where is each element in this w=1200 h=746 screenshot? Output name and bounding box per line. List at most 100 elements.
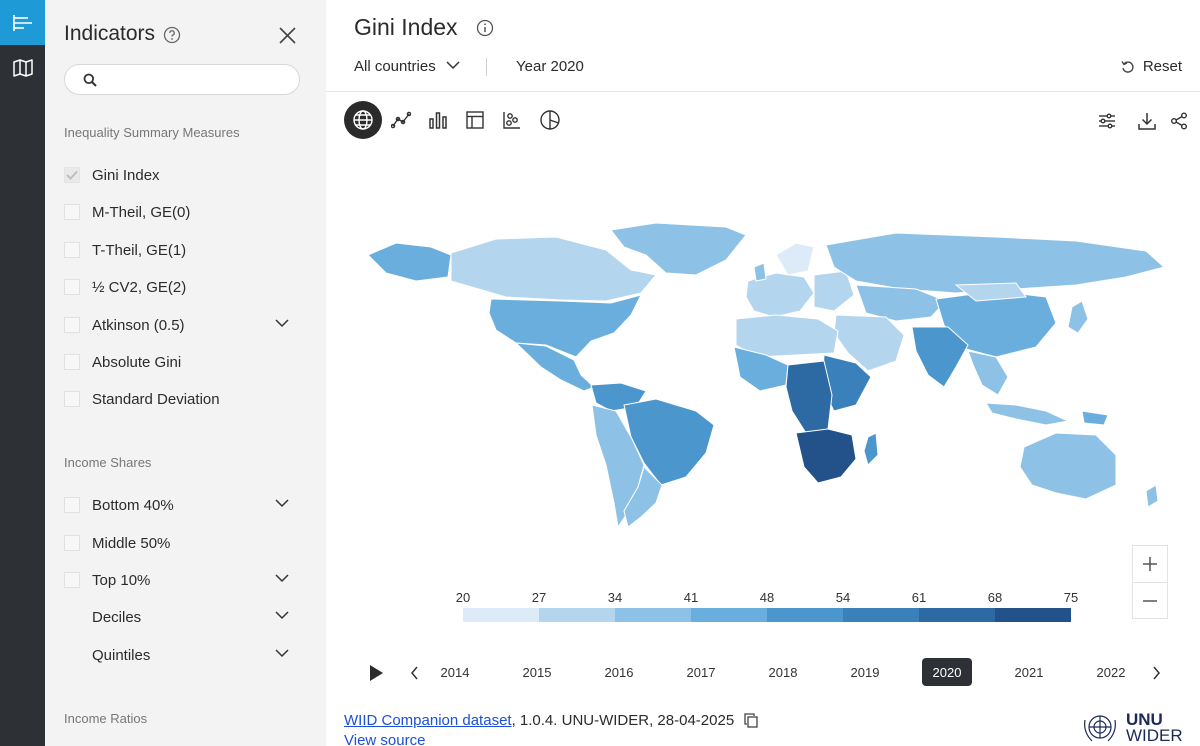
zoom-out-button[interactable] bbox=[1133, 582, 1167, 618]
checkbox[interactable] bbox=[64, 279, 80, 295]
region-greenland[interactable] bbox=[610, 222, 747, 276]
region-eastern-europe[interactable] bbox=[813, 270, 855, 312]
indicator-standard-deviation[interactable]: Standard Deviation bbox=[64, 387, 289, 411]
chevron-down-icon[interactable] bbox=[275, 574, 289, 583]
timeline-year[interactable]: 2017 bbox=[676, 658, 726, 686]
world-choropleth-map[interactable] bbox=[356, 215, 1176, 535]
share-button[interactable] bbox=[1166, 108, 1192, 134]
info-icon[interactable] bbox=[476, 19, 494, 37]
legend-swatch bbox=[919, 608, 995, 622]
indicator-absolute-gini[interactable]: Absolute Gini bbox=[64, 350, 289, 374]
chevron-down-icon[interactable] bbox=[275, 649, 289, 658]
region-madagascar[interactable] bbox=[863, 432, 879, 466]
indicator-atkinson[interactable]: Atkinson (0.5) bbox=[64, 313, 289, 337]
country-filter-dropdown[interactable]: All countries bbox=[354, 58, 460, 75]
legend-tick-label: 75 bbox=[1063, 590, 1079, 605]
chevron-down-icon[interactable] bbox=[275, 319, 289, 328]
settings-button[interactable] bbox=[1094, 108, 1120, 134]
reset-button[interactable]: Reset bbox=[1121, 58, 1182, 75]
zoom-in-button[interactable] bbox=[1133, 546, 1167, 582]
timeline-year[interactable]: 2018 bbox=[758, 658, 808, 686]
view-source-link[interactable]: View source bbox=[344, 732, 425, 746]
indicator-gini-index[interactable]: Gini Index bbox=[64, 163, 289, 187]
tab-scatter-chart[interactable] bbox=[494, 102, 530, 138]
globe-icon bbox=[353, 110, 373, 130]
indicator-middle-50[interactable]: Middle 50% bbox=[64, 531, 289, 555]
timeline-year[interactable]: 2022 bbox=[1086, 658, 1136, 686]
region-japan[interactable] bbox=[1067, 300, 1089, 334]
checkbox[interactable] bbox=[64, 204, 80, 220]
year-filter[interactable]: Year 2020 bbox=[516, 58, 584, 75]
indicator-label: T-Theil, GE(1) bbox=[92, 241, 187, 259]
checkbox-checked[interactable] bbox=[64, 167, 80, 183]
chevron-left-icon[interactable] bbox=[410, 666, 419, 680]
checkbox[interactable] bbox=[64, 497, 80, 513]
region-uk[interactable] bbox=[753, 262, 767, 282]
region-usa[interactable] bbox=[488, 294, 642, 358]
region-southeast-asia[interactable] bbox=[967, 350, 1009, 396]
indicator-label: Absolute Gini bbox=[92, 353, 182, 371]
chevron-down-icon[interactable] bbox=[275, 611, 289, 620]
reset-label: Reset bbox=[1142, 58, 1182, 75]
indicator-deciles[interactable]: Deciles bbox=[92, 605, 289, 629]
copy-icon[interactable] bbox=[744, 713, 758, 728]
checkbox[interactable] bbox=[64, 391, 80, 407]
indicator-quintiles[interactable]: Quintiles bbox=[92, 643, 289, 667]
indicator-label: Top 10% bbox=[92, 571, 151, 589]
legend-swatch bbox=[463, 608, 539, 622]
timeline-year[interactable]: 2019 bbox=[840, 658, 890, 686]
footer-citation: WIID Companion dataset, 1.0.4. UNU-WIDER… bbox=[344, 711, 758, 746]
tab-pie-chart[interactable] bbox=[532, 102, 568, 138]
timeline-year[interactable]: 2021 bbox=[1004, 658, 1054, 686]
help-icon[interactable] bbox=[163, 26, 181, 44]
region-indonesia[interactable] bbox=[985, 402, 1070, 426]
indicator-top-10[interactable]: Top 10% bbox=[64, 568, 289, 592]
region-new-zealand[interactable] bbox=[1145, 484, 1159, 508]
checkbox[interactable] bbox=[64, 242, 80, 258]
tab-table-view[interactable] bbox=[457, 102, 493, 138]
tab-map-view[interactable] bbox=[344, 101, 382, 139]
indicator-label: Deciles bbox=[92, 608, 142, 626]
region-north-africa[interactable] bbox=[735, 314, 839, 358]
sliders-icon bbox=[1099, 113, 1115, 129]
timeline-year[interactable]: 2014 bbox=[430, 658, 480, 686]
chevron-down-icon[interactable] bbox=[275, 499, 289, 508]
unu-wider-logo: UNU WIDER bbox=[1080, 710, 1183, 746]
tab-line-chart[interactable] bbox=[383, 102, 419, 138]
checkbox[interactable] bbox=[64, 572, 80, 588]
indicator-label: Bottom 40% bbox=[92, 496, 174, 514]
region-alaska[interactable] bbox=[367, 242, 452, 282]
chevron-right-icon[interactable] bbox=[1152, 666, 1161, 680]
bar-chart-icon bbox=[429, 112, 447, 129]
region-scandinavia[interactable] bbox=[775, 242, 815, 276]
indicators-toggle-button[interactable] bbox=[0, 0, 45, 45]
indicator-m-theil[interactable]: M-Theil, GE(0) bbox=[64, 200, 289, 224]
map-layers-button[interactable] bbox=[0, 45, 45, 90]
legend-swatch bbox=[615, 608, 691, 622]
timeline-year[interactable]: 2016 bbox=[594, 658, 644, 686]
region-australia[interactable] bbox=[1019, 432, 1117, 500]
region-papua[interactable] bbox=[1081, 410, 1109, 426]
indicator-label: Standard Deviation bbox=[92, 390, 220, 408]
indicator-half-cv2[interactable]: ½ CV2, GE(2) bbox=[64, 275, 289, 299]
indicator-bottom-40[interactable]: Bottom 40% bbox=[64, 493, 289, 517]
play-icon[interactable] bbox=[368, 664, 384, 682]
legend-swatch bbox=[843, 608, 919, 622]
legend-tick-label: 61 bbox=[911, 590, 927, 605]
section-heading: Inequality Summary Measures bbox=[64, 125, 240, 140]
close-icon[interactable] bbox=[278, 26, 297, 45]
dataset-link[interactable]: WIID Companion dataset bbox=[344, 712, 512, 729]
checkbox[interactable] bbox=[64, 317, 80, 333]
indicator-t-theil[interactable]: T-Theil, GE(1) bbox=[64, 238, 289, 262]
tab-bar-chart[interactable] bbox=[420, 102, 456, 138]
region-central-africa[interactable] bbox=[785, 360, 833, 434]
timeline-year-selected[interactable]: 2020 bbox=[922, 658, 972, 686]
legend-tick-label: 34 bbox=[607, 590, 623, 605]
checkbox[interactable] bbox=[64, 354, 80, 370]
region-southern-africa[interactable] bbox=[795, 428, 857, 484]
legend-tick-label: 41 bbox=[683, 590, 699, 605]
search-input[interactable] bbox=[64, 64, 300, 95]
timeline-year[interactable]: 2015 bbox=[512, 658, 562, 686]
download-button[interactable] bbox=[1134, 108, 1160, 134]
checkbox[interactable] bbox=[64, 535, 80, 551]
